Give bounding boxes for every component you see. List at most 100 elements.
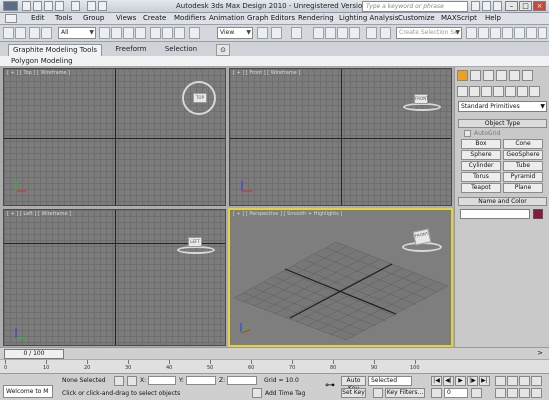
object-name-input[interactable] [460,209,530,219]
redo-icon[interactable] [71,1,80,11]
fetch-icon[interactable] [98,1,107,11]
name-and-color-rollout[interactable]: Name and Color [458,197,547,206]
window-crossing-icon[interactable] [135,27,146,39]
app-logo-icon[interactable] [5,14,17,23]
menu-edit[interactable]: Edit [31,14,45,22]
tab-graphite-modeling-tools[interactable]: Graphite Modeling Tools [8,44,102,56]
maximize-viewport-icon[interactable] [531,388,542,398]
set-key-button[interactable]: Set Key [341,388,366,398]
auto-key-button[interactable]: Auto Key [341,376,366,392]
add-time-tag[interactable]: Add Time Tag [265,390,305,397]
search-input[interactable]: Type a keyword or phrase [362,1,468,12]
previous-frame-icon[interactable]: ◀| [443,376,454,386]
mirror-icon[interactable] [380,27,391,39]
helpers-icon[interactable] [505,86,516,97]
unlink-icon[interactable] [41,27,52,39]
undo-toolbar-icon[interactable] [3,27,14,39]
select-and-place-icon[interactable] [189,27,200,39]
display-tab-icon[interactable] [509,70,520,81]
key-filters-button[interactable]: Key Filters... [385,388,425,398]
edit-named-selection-icon[interactable] [366,27,377,39]
percent-snap-icon[interactable] [337,27,348,39]
time-slider[interactable]: 0 / 100 > [0,347,549,359]
select-and-rotate-icon[interactable] [162,27,173,39]
object-color-swatch[interactable] [533,209,543,219]
select-manipulate-icon[interactable] [271,27,282,39]
menu-create[interactable]: Create [143,14,166,22]
communication-icon[interactable] [482,1,491,11]
search-icon[interactable] [471,1,480,11]
time-slider-thumb[interactable]: 0 / 100 [4,349,64,359]
current-frame-field[interactable]: 0 [444,388,468,398]
next-frame-icon[interactable]: > [537,349,543,357]
undo-icon[interactable] [55,1,64,11]
utilities-tab-icon[interactable] [522,70,533,81]
key-mode-icon[interactable]: ⊶ [322,380,338,392]
hierarchy-tab-icon[interactable] [483,70,494,81]
new-file-icon[interactable] [22,1,31,11]
y-coordinate-field[interactable] [186,376,216,385]
select-and-move-icon[interactable] [150,27,161,39]
ribbon-toggle-icon[interactable]: ⊙ [216,44,230,56]
viewport-top[interactable]: [ + ] [ Top ] [ Wireframe ] TOP [3,68,226,206]
next-frame-button-icon[interactable]: |▶ [467,376,478,386]
time-configuration-icon[interactable] [471,388,482,398]
pan-view-icon[interactable] [507,388,518,398]
pivot-center-icon[interactable] [257,27,268,39]
viewport-perspective[interactable]: [ + ] [ Perspective ] [ Smooth + Highlig… [228,208,453,347]
maxscript-listener[interactable]: Welcome to M [3,385,53,398]
modify-tab-icon[interactable] [470,70,481,81]
open-file-icon[interactable] [33,1,42,11]
viewport-label-top[interactable]: [ + ] [ Top ] [ Wireframe ] [7,70,70,76]
shapes-icon[interactable] [469,86,480,97]
help-icon[interactable] [493,1,502,11]
default-in-out-tangent-icon[interactable] [373,388,383,398]
reference-coordinate-select[interactable]: View ▼ [217,27,253,39]
go-to-end-icon[interactable]: ▶| [479,376,490,386]
save-file-icon[interactable] [44,1,53,11]
redo-toolbar-icon[interactable] [15,27,26,39]
angle-snap-icon[interactable] [325,27,336,39]
go-to-start-icon[interactable]: |◀ [431,376,442,386]
create-tab-icon[interactable] [457,70,468,81]
menu-modifiers[interactable]: Modifiers [174,14,206,22]
menu-rendering[interactable]: Rendering [298,14,334,22]
render-setup-icon[interactable] [526,27,537,39]
menu-customize[interactable]: Customize [398,14,435,22]
zoom-icon[interactable] [495,376,506,386]
zoom-extents-all-icon[interactable] [531,376,542,386]
geometry-icon[interactable] [457,86,468,97]
sphere-button[interactable]: Sphere [461,150,501,160]
zoom-all-icon[interactable] [507,376,518,386]
viewport-label-left[interactable]: [ + ] [ Left ] [ Wireframe ] [7,211,71,217]
selection-lock-icon[interactable] [114,376,124,386]
field-of-view-icon[interactable] [495,388,506,398]
space-warps-icon[interactable] [517,86,528,97]
key-mode-toggle-icon[interactable] [431,388,442,398]
cylinder-button[interactable]: Cylinder [461,161,501,171]
selection-filter-select[interactable]: All ▼ [58,27,96,39]
rectangular-selection-icon[interactable] [123,27,134,39]
snaps-toggle-icon[interactable] [313,27,324,39]
menu-views[interactable]: Views [116,14,136,22]
app-menu-icon[interactable] [3,1,18,11]
cameras-icon[interactable] [493,86,504,97]
render-icon[interactable] [538,27,547,39]
layer-manager-icon[interactable] [478,27,489,39]
systems-icon[interactable] [529,86,540,97]
tab-freeform[interactable]: Freeform [108,44,154,56]
play-icon[interactable]: ▶ [455,376,466,386]
motion-tab-icon[interactable] [496,70,507,81]
lights-icon[interactable] [481,86,492,97]
object-type-rollout[interactable]: Object Type [458,119,547,128]
z-coordinate-field[interactable] [227,376,257,385]
viewport-left[interactable]: [ + ] [ Left ] [ Wireframe ] LEFT [3,209,226,346]
keyboard-shortcut-override-icon[interactable] [291,27,302,39]
pyramid-button[interactable]: Pyramid [503,172,543,182]
menu-group[interactable]: Group [83,14,104,22]
viewport-label-front[interactable]: [ + ] [ Front ] [ Wireframe ] [233,70,300,76]
x-coordinate-field[interactable] [148,376,176,385]
track-bar[interactable]: 0 10 20 30 40 50 60 70 80 90 100 [0,359,549,373]
menu-graph-editors[interactable]: Graph Editors [247,14,295,22]
restore-button[interactable]: □ [519,1,532,11]
